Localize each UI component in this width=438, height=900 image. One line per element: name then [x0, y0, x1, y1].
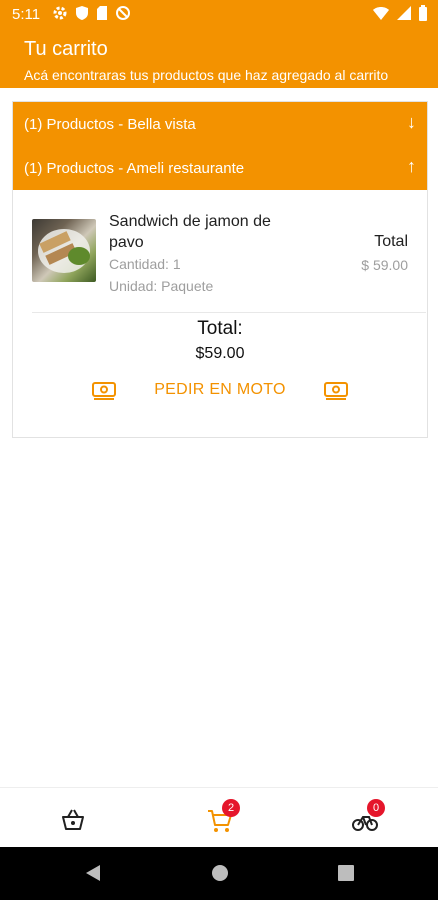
sd-card-icon	[97, 6, 107, 20]
back-icon[interactable]	[84, 863, 102, 883]
bottom-navigation: 2 0	[0, 787, 438, 848]
store-group-label: (1) Productos - Bella vista	[24, 116, 196, 133]
product-unit: Unidad: Paquete	[109, 278, 214, 294]
basket-icon	[62, 809, 84, 830]
status-icons-right	[372, 5, 428, 21]
arrow-down-icon[interactable]: ↓	[407, 112, 416, 133]
cart-panel: (1) Productos - Bella vista ↓ (1) Produc…	[12, 101, 428, 438]
nav-cart[interactable]: 2	[205, 799, 240, 835]
nav-basket[interactable]	[58, 805, 88, 835]
money-icon	[324, 382, 348, 400]
product-quantity: Cantidad: 1	[109, 256, 181, 272]
battery-icon	[419, 5, 427, 21]
system-navigation-bar	[0, 847, 438, 900]
overview-icon[interactable]	[337, 863, 355, 883]
status-time: 5:11	[12, 6, 41, 23]
order-total-label: Total:	[197, 318, 243, 339]
money-icon	[92, 382, 116, 400]
order-actions: PEDIR EN MOTO	[91, 378, 349, 404]
product-name: Sandwich de jamon de pavo	[109, 213, 271, 251]
product-image	[32, 219, 96, 282]
shield-icon	[76, 6, 88, 20]
product-total-label: Total	[374, 233, 408, 250]
store-group-label: (1) Productos - Ameli restaurante	[24, 160, 245, 177]
signal-icon	[397, 6, 411, 20]
cart-badge: 2	[222, 799, 240, 817]
moto-badge: 0	[367, 799, 385, 817]
nav-moto-orders[interactable]: 0	[350, 799, 385, 835]
divider	[32, 312, 426, 313]
product-price: $ 59.00	[361, 257, 408, 273]
page-title: Tu carrito	[24, 38, 108, 60]
arrow-up-icon[interactable]: ↑	[407, 156, 416, 177]
home-icon[interactable]	[210, 863, 230, 883]
order-total-value: $59.00	[195, 345, 245, 362]
order-by-moto-button[interactable]: PEDIR EN MOTO	[141, 381, 299, 399]
page-subtitle: Acá encontraras tus productos que haz ag…	[24, 67, 389, 83]
wifi-icon	[373, 7, 389, 20]
store-group-ameli-restaurante[interactable]: (1) Productos - Ameli restaurante ↑	[13, 146, 427, 190]
app-header: Tu carrito Acá encontraras tus productos…	[0, 30, 438, 88]
status-bar: 5:11	[0, 0, 438, 30]
do-not-disturb-icon	[116, 6, 130, 20]
status-icons-left	[52, 5, 131, 21]
settings-icon	[53, 6, 67, 20]
store-group-bella-vista[interactable]: (1) Productos - Bella vista ↓	[13, 102, 427, 146]
